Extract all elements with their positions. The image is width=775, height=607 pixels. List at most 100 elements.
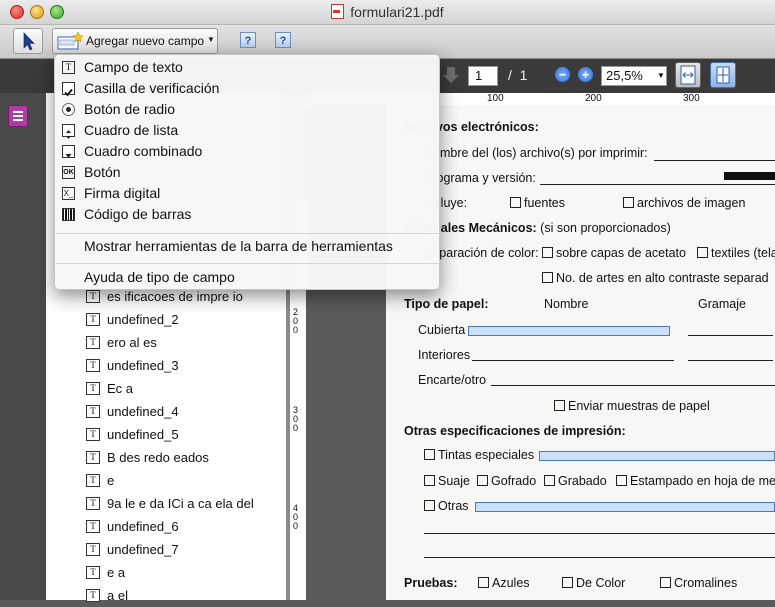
text-field-icon: T bbox=[86, 497, 100, 510]
zoom-out-button[interactable]: − bbox=[555, 67, 570, 82]
doc-checkbox-otras[interactable]: Otras bbox=[424, 499, 469, 513]
doc-checkbox-textiles[interactable]: textiles (tela bbox=[697, 246, 775, 260]
menu-item-checkbox[interactable]: Casilla de verificación bbox=[55, 78, 439, 99]
field-name: undefined_4 bbox=[107, 404, 179, 419]
text-field-icon: T bbox=[86, 520, 100, 533]
help-button[interactable]: ? bbox=[240, 32, 256, 48]
menu-item-button[interactable]: OK Botón bbox=[55, 162, 439, 183]
field-list-item[interactable]: Te a bbox=[86, 561, 254, 584]
menu-item-label: Botón de radio bbox=[84, 101, 176, 117]
menu-item-list-box[interactable]: Cuadro de lista bbox=[55, 120, 439, 141]
field-list-item[interactable]: T 9a le e da ICi a ca ela del bbox=[86, 492, 254, 515]
zoom-select[interactable]: 25,5% ▼ bbox=[601, 66, 667, 86]
doc-checkbox-azules[interactable]: Azules bbox=[478, 576, 530, 590]
doc-checkbox-archivos[interactable]: archivos de imagen bbox=[623, 196, 745, 210]
field-list-item[interactable]: Tundefined_4 bbox=[86, 400, 254, 423]
menu-item-combo-box[interactable]: Cuadro combinado bbox=[55, 141, 439, 162]
field-list-item[interactable]: Tundefined_2 bbox=[86, 308, 254, 331]
field-type-menu: T Campo de texto Casilla de verificación… bbox=[54, 54, 440, 290]
menu-item-label: Código de barras bbox=[84, 206, 192, 222]
fields-panel-icon[interactable] bbox=[8, 105, 28, 127]
menu-item-label: Cuadro de lista bbox=[84, 122, 179, 138]
field-help-button[interactable]: ? bbox=[275, 32, 291, 48]
doc-text: fuentes bbox=[524, 196, 566, 210]
text-field-icon: T bbox=[86, 589, 100, 602]
form-field-tintas[interactable] bbox=[539, 451, 775, 461]
doc-line bbox=[654, 160, 775, 161]
form-field-cubierta[interactable] bbox=[468, 326, 670, 336]
combo-box-icon bbox=[62, 145, 75, 158]
menu-item-show-toolbar-tools[interactable]: Mostrar herramientas de la barra de herr… bbox=[55, 236, 439, 257]
text-field-icon: T bbox=[86, 451, 100, 464]
menu-item-text-field[interactable]: T Campo de texto bbox=[55, 57, 439, 78]
field-name: 9a le e da ICi a ca ela del bbox=[107, 496, 254, 511]
text-field-icon: T bbox=[86, 428, 100, 441]
doc-checkbox-contraste[interactable]: No. de artes en alto contraste separad bbox=[542, 271, 769, 285]
radio-icon bbox=[62, 103, 75, 116]
doc-text: De Color bbox=[576, 576, 626, 590]
barcode-icon bbox=[62, 208, 75, 221]
field-list-item[interactable]: Tundefined_6 bbox=[86, 515, 254, 538]
zoom-in-button[interactable]: + bbox=[578, 67, 593, 82]
doc-line bbox=[424, 533, 775, 534]
menu-item-barcode[interactable]: Código de barras bbox=[55, 204, 439, 225]
doc-checkbox-grabado[interactable]: Grabado bbox=[544, 474, 607, 488]
doc-checkbox-estampado[interactable]: Estampado en hoja de me bbox=[616, 474, 775, 488]
menu-item-label: Ayuda de tipo de campo bbox=[84, 269, 235, 285]
doc-line bbox=[540, 184, 775, 185]
chevron-down-icon: ▼ bbox=[657, 71, 665, 80]
ruler-tick-label: 200 bbox=[585, 93, 602, 104]
doc-text: Encarte/otro bbox=[418, 373, 487, 387]
doc-text: Gofrado bbox=[491, 474, 537, 488]
doc-checkbox-gofrado[interactable]: Gofrado bbox=[477, 474, 536, 488]
field-list-item[interactable]: Tundefined_7 bbox=[86, 538, 254, 561]
form-field-otras[interactable] bbox=[475, 502, 775, 512]
title-bar: formulari21.pdf bbox=[0, 0, 775, 25]
text-field-icon: T bbox=[86, 474, 100, 487]
field-list-item[interactable]: T Ec a bbox=[86, 377, 254, 400]
menu-item-label: Botón bbox=[84, 164, 121, 180]
doc-line bbox=[688, 335, 773, 336]
page-down-arrow-icon[interactable] bbox=[442, 65, 460, 85]
doc-checkbox-suaje[interactable]: Suaje bbox=[424, 474, 470, 488]
field-list: Tes ificacoes de impre io Tundefined_2 Ter… bbox=[86, 285, 254, 607]
add-new-field-button[interactable]: Agregar nuevo campo ▼ bbox=[52, 28, 218, 54]
doc-checkbox-fuentes[interactable]: fuentes bbox=[510, 196, 565, 210]
text-field-icon: T bbox=[86, 382, 100, 395]
doc-line bbox=[688, 360, 773, 361]
menu-item-field-type-help[interactable]: Ayuda de tipo de campo bbox=[55, 267, 439, 288]
field-list-item[interactable]: T B des redo eados bbox=[86, 446, 254, 469]
text-field-icon: T bbox=[86, 290, 100, 303]
checkbox-icon bbox=[62, 82, 75, 97]
menu-item-signature[interactable]: X_ Firma digital bbox=[55, 183, 439, 204]
form-field-highlight[interactable] bbox=[724, 172, 775, 180]
text-field-icon: T bbox=[86, 543, 100, 556]
doc-checkbox-acetato[interactable]: sobre capas de acetato bbox=[542, 246, 686, 260]
page-separator: / bbox=[508, 67, 512, 83]
doc-text: Gramaje bbox=[698, 297, 746, 311]
field-list-item[interactable]: Tundefined_5 bbox=[86, 423, 254, 446]
doc-checkbox-decolor[interactable]: De Color bbox=[562, 576, 625, 590]
menu-item-radio[interactable]: Botón de radio bbox=[55, 99, 439, 120]
doc-checkbox-muestras[interactable]: Enviar muestras de papel bbox=[554, 399, 710, 413]
doc-text: Tintas especiales bbox=[438, 448, 535, 462]
field-list-item[interactable]: Ta el bbox=[86, 584, 254, 607]
button-icon: OK bbox=[62, 166, 75, 179]
menu-item-label: Firma digital bbox=[84, 185, 161, 201]
fit-width-button[interactable] bbox=[675, 62, 701, 88]
menu-item-label: Mostrar herramientas de la barra de herr… bbox=[84, 238, 393, 254]
doc-checkbox-tintas[interactable]: Tintas especiales bbox=[424, 448, 534, 462]
text-field-icon: T bbox=[86, 336, 100, 349]
doc-text: Otras bbox=[438, 499, 469, 513]
select-tool-button[interactable] bbox=[13, 28, 43, 54]
doc-heading-tipo-papel: Tipo de papel: bbox=[404, 297, 489, 311]
page-number-input[interactable]: 1 bbox=[468, 66, 498, 86]
fit-page-button[interactable] bbox=[710, 62, 736, 88]
field-list-item[interactable]: Tundefined_3 bbox=[86, 354, 254, 377]
fit-width-icon bbox=[680, 65, 696, 85]
field-list-item[interactable]: Tero al es bbox=[86, 331, 254, 354]
menu-item-label: Casilla de verificación bbox=[84, 80, 220, 96]
doc-checkbox-cromalines[interactable]: Cromalines bbox=[660, 576, 737, 590]
field-list-item[interactable]: Te bbox=[86, 469, 254, 492]
doc-text: archivos de imagen bbox=[637, 196, 746, 210]
